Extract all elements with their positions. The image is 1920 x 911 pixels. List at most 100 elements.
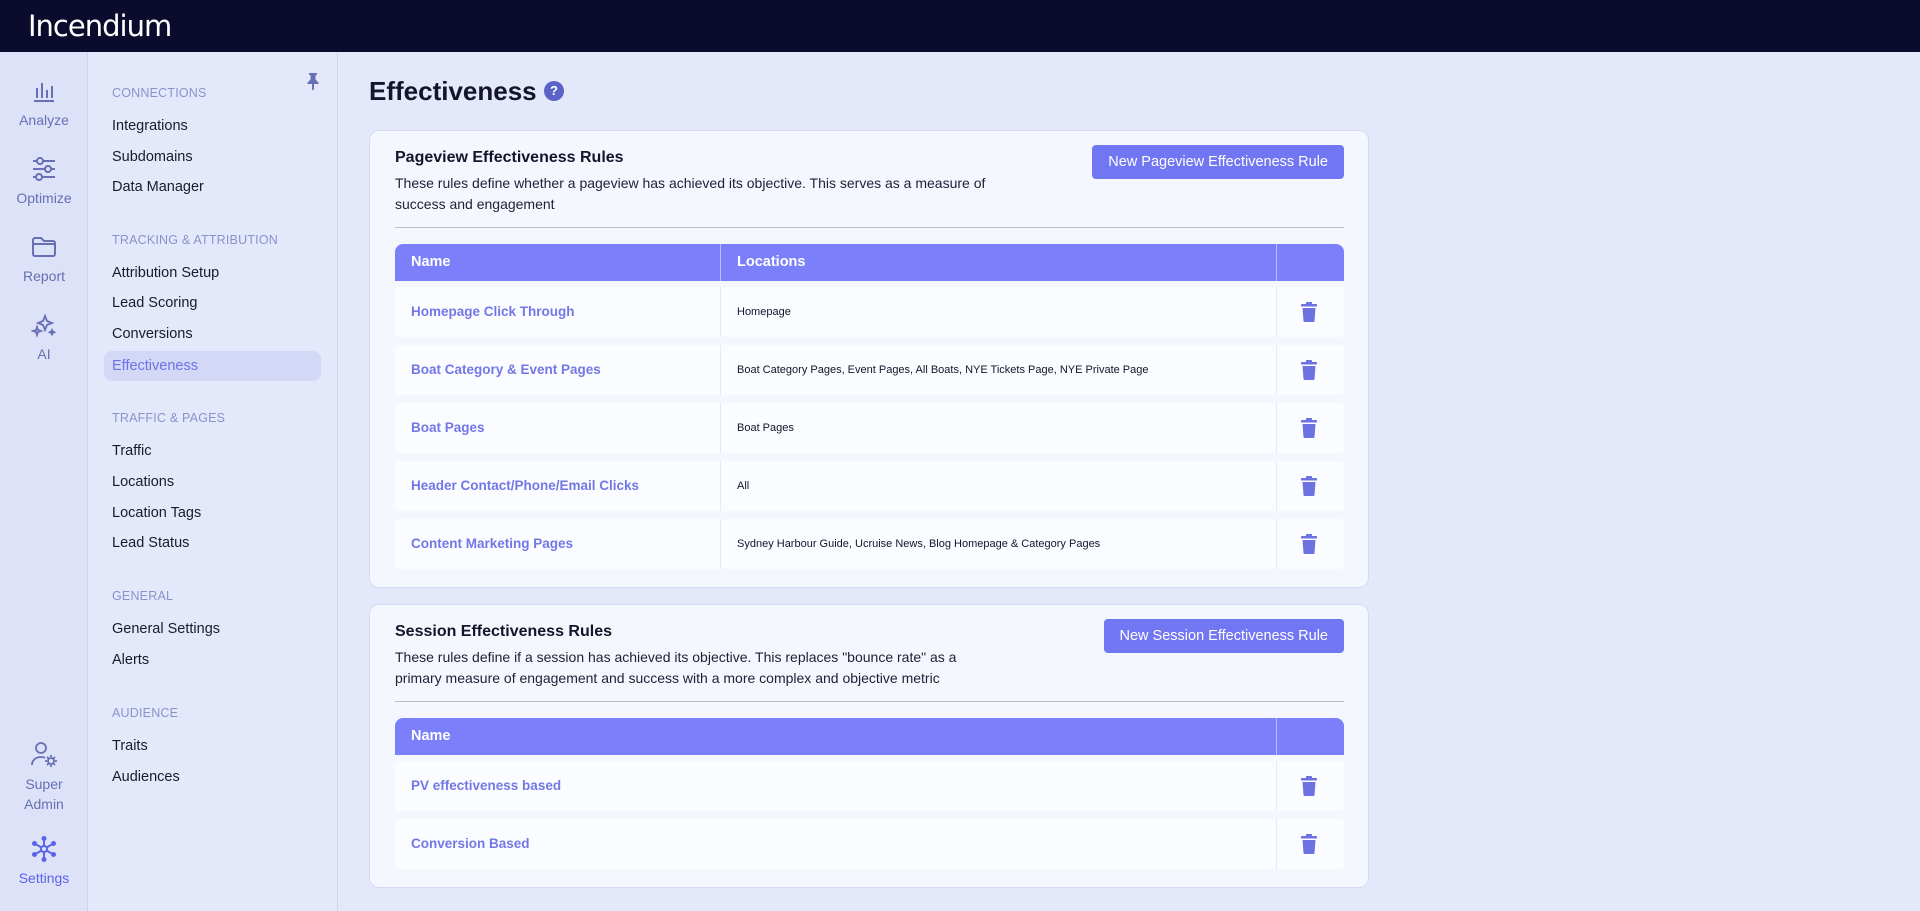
cell-separator xyxy=(1276,403,1277,453)
sparkles-icon xyxy=(31,313,57,338)
nav-effectiveness[interactable]: Effectiveness xyxy=(104,351,321,381)
rule-name-link[interactable]: Boat Category & Event Pages xyxy=(411,345,601,395)
table-row[interactable]: PV effectiveness based xyxy=(395,761,1344,811)
cell-separator xyxy=(1276,461,1277,511)
section-title-tracking: TRACKING & ATTRIBUTION xyxy=(112,233,278,247)
table-row[interactable]: Homepage Click Through Homepage xyxy=(395,287,1344,337)
rail-settings[interactable]: Settings xyxy=(0,836,88,888)
rail-label-line2: Admin xyxy=(24,796,64,812)
rail-super-admin[interactable]: Super Admin xyxy=(0,740,88,814)
trash-icon[interactable] xyxy=(1301,476,1317,496)
user-gear-icon xyxy=(31,742,57,767)
new-session-rule-button[interactable]: New Session Effectiveness Rule xyxy=(1103,619,1344,653)
rule-name-link[interactable]: Conversion Based xyxy=(411,819,530,869)
nav-location-tags[interactable]: Location Tags xyxy=(112,505,201,521)
column-header-locations[interactable]: Locations xyxy=(721,244,805,281)
table-row[interactable]: Conversion Based xyxy=(395,819,1344,869)
divider xyxy=(395,227,1344,228)
pin-icon[interactable] xyxy=(306,72,320,90)
nav-general-settings[interactable]: General Settings xyxy=(112,621,220,637)
cell-separator xyxy=(720,461,721,511)
column-header-name[interactable]: Name xyxy=(395,718,451,755)
trash-icon[interactable] xyxy=(1301,360,1317,380)
cell-separator xyxy=(1276,287,1277,337)
column-header-name[interactable]: Name xyxy=(395,244,451,281)
rule-name-link[interactable]: Homepage Click Through xyxy=(411,287,575,337)
section-title-audience: AUDIENCE xyxy=(112,706,179,720)
rail-ai[interactable]: AI xyxy=(0,312,88,364)
session-card-description: These rules define if a session has achi… xyxy=(395,649,957,686)
cell-separator xyxy=(720,519,721,569)
session-table-header: Name xyxy=(395,718,1344,755)
nav-lead-scoring[interactable]: Lead Scoring xyxy=(112,295,197,311)
rule-name-link[interactable]: Boat Pages xyxy=(411,403,485,453)
rail-optimize[interactable]: Optimize xyxy=(0,156,88,208)
rail-label: Optimize xyxy=(16,190,72,206)
section-title-general: GENERAL xyxy=(112,589,174,603)
trash-icon[interactable] xyxy=(1301,418,1317,438)
rail-label-line1: Super xyxy=(25,776,63,792)
page-title: Effectiveness xyxy=(369,76,537,106)
column-separator xyxy=(1276,718,1277,755)
table-row[interactable]: Boat Category & Event Pages Boat Categor… xyxy=(395,345,1344,395)
table-row[interactable]: Content Marketing Pages Sydney Harbour G… xyxy=(395,519,1344,569)
chart-icon xyxy=(34,83,54,102)
pageview-card-title: Pageview Effectiveness Rules xyxy=(395,149,624,166)
rule-name-link[interactable]: Content Marketing Pages xyxy=(411,519,573,569)
cell-separator xyxy=(720,403,721,453)
cell-separator xyxy=(1276,761,1277,811)
table-row[interactable]: Boat Pages Boat Pages xyxy=(395,403,1344,453)
nav-lead-status[interactable]: Lead Status xyxy=(112,535,189,551)
rail-label: Analyze xyxy=(19,112,69,128)
cell-separator xyxy=(1276,819,1277,869)
rail-analyze[interactable]: Analyze xyxy=(0,78,88,130)
rule-name-link[interactable]: Header Contact/Phone/Email Clicks xyxy=(411,461,639,511)
cell-separator xyxy=(1276,345,1277,395)
nav-conversions[interactable]: Conversions xyxy=(112,326,193,342)
section-title-traffic: TRAFFIC & PAGES xyxy=(112,411,226,425)
rail-label: Report xyxy=(22,268,66,284)
settings-network-icon xyxy=(32,836,56,862)
sliders-icon xyxy=(33,157,55,181)
new-pageview-rule-button[interactable]: New Pageview Effectiveness Rule xyxy=(1092,145,1344,179)
divider xyxy=(395,701,1344,702)
folder-icon xyxy=(32,237,56,257)
nav-traffic[interactable]: Traffic xyxy=(112,443,151,459)
nav-attribution-setup[interactable]: Attribution Setup xyxy=(112,265,219,281)
nav-alerts[interactable]: Alerts xyxy=(112,652,149,668)
nav-data-manager[interactable]: Data Manager xyxy=(112,179,204,195)
session-rules-card: Session Effectiveness Rules These rules … xyxy=(369,604,1369,888)
rule-locations: Boat Pages xyxy=(737,422,794,434)
cell-separator xyxy=(1276,519,1277,569)
rail-label: AI xyxy=(37,346,51,362)
table-row[interactable]: Header Contact/Phone/Email Clicks All xyxy=(395,461,1344,511)
trash-icon[interactable] xyxy=(1301,534,1317,554)
rule-locations: Sydney Harbour Guide, Ucruise News, Blog… xyxy=(737,538,1101,550)
pageview-rules-card: Pageview Effectiveness Rules These rules… xyxy=(369,130,1369,588)
section-title-connections: CONNECTIONS xyxy=(112,86,207,100)
help-icon[interactable]: ? xyxy=(544,81,564,101)
cell-separator xyxy=(720,287,721,337)
cell-separator xyxy=(720,345,721,395)
nav-audiences[interactable]: Audiences xyxy=(112,769,180,785)
rule-locations: Homepage xyxy=(737,306,791,318)
settings-sidebar: CONNECTIONS Integrations Subdomains Data… xyxy=(88,52,338,911)
nav-subdomains[interactable]: Subdomains xyxy=(112,149,193,165)
nav-locations[interactable]: Locations xyxy=(112,474,174,490)
session-card-title: Session Effectiveness Rules xyxy=(395,623,612,640)
nav-integrations[interactable]: Integrations xyxy=(112,118,188,134)
app-logo[interactable]: Incendium xyxy=(28,9,172,43)
main-content: Effectiveness ? Pageview Effectiveness R… xyxy=(339,52,1920,911)
rail-report[interactable]: Report xyxy=(0,234,88,286)
rule-locations: All xyxy=(737,480,750,492)
trash-icon[interactable] xyxy=(1301,776,1317,796)
icon-rail: Analyze Optimize Report AI Super Admin S… xyxy=(0,52,88,911)
pageview-table-header: Name Locations xyxy=(395,244,1344,281)
trash-icon[interactable] xyxy=(1301,302,1317,322)
rule-name-link[interactable]: PV effectiveness based xyxy=(411,761,561,811)
rule-locations: Boat Category Pages, Event Pages, All Bo… xyxy=(737,364,1149,376)
trash-icon[interactable] xyxy=(1301,834,1317,854)
top-bar: Incendium xyxy=(0,0,1920,52)
nav-traits[interactable]: Traits xyxy=(112,738,148,754)
pageview-card-description: These rules define whether a pageview ha… xyxy=(395,175,986,212)
